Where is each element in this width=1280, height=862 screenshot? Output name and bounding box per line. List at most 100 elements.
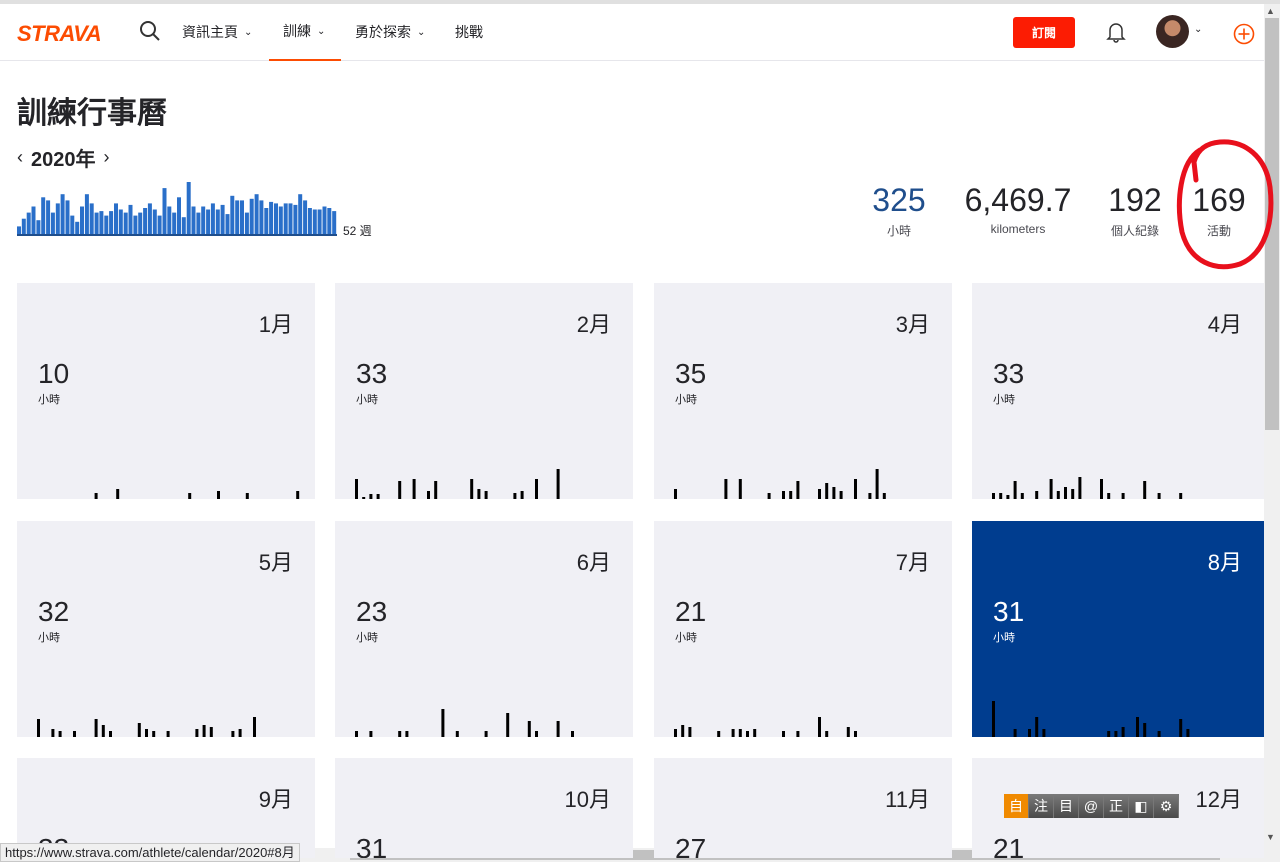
week-bar[interactable] — [89, 203, 94, 234]
avatar[interactable] — [1156, 15, 1189, 48]
day-bar[interactable] — [398, 481, 402, 499]
day-bar[interactable] — [152, 731, 156, 737]
day-bar[interactable] — [434, 481, 438, 499]
day-bar[interactable] — [188, 493, 192, 499]
search-icon[interactable] — [139, 20, 161, 42]
week-bar[interactable] — [220, 204, 225, 234]
week-bar[interactable] — [249, 198, 254, 234]
day-bar[interactable] — [1121, 493, 1125, 499]
week-bar[interactable] — [244, 212, 249, 234]
day-bar[interactable] — [231, 731, 235, 737]
day-bar[interactable] — [209, 727, 213, 737]
week-bar[interactable] — [293, 204, 298, 234]
day-bar[interactable] — [94, 493, 98, 499]
day-bar[interactable] — [882, 493, 886, 499]
ime-at-button[interactable]: @ — [1079, 794, 1104, 818]
day-bar[interactable] — [1114, 731, 1118, 737]
notification-bell-icon[interactable] — [1106, 21, 1126, 43]
week-bar[interactable] — [147, 203, 152, 234]
week-bar[interactable] — [152, 209, 157, 235]
day-bar[interactable] — [738, 479, 742, 499]
day-bar[interactable] — [527, 721, 531, 737]
day-bar[interactable] — [355, 479, 358, 499]
ime-half-button[interactable]: ◧ — [1129, 794, 1154, 818]
week-bar[interactable] — [172, 212, 177, 234]
week-bar[interactable] — [235, 200, 240, 234]
week-bar[interactable] — [317, 209, 322, 235]
day-bar[interactable] — [992, 701, 995, 737]
day-bar[interactable] — [116, 489, 120, 499]
week-bar[interactable] — [46, 200, 51, 234]
week-bar[interactable] — [225, 214, 230, 234]
day-bar[interactable] — [513, 493, 517, 499]
day-bar[interactable] — [738, 729, 742, 737]
week-bar[interactable] — [36, 220, 41, 234]
day-bar[interactable] — [506, 713, 510, 737]
week-bar[interactable] — [298, 194, 303, 234]
day-bar[interactable] — [202, 725, 206, 737]
week-bar[interactable] — [143, 208, 148, 234]
week-bar[interactable] — [240, 200, 244, 234]
day-bar[interactable] — [195, 729, 199, 737]
day-bar[interactable] — [535, 479, 538, 499]
week-bar[interactable] — [109, 211, 114, 234]
nav-item-training[interactable]: 訓練 ⌄ — [269, 4, 341, 61]
day-bar[interactable] — [1049, 479, 1053, 499]
week-bar[interactable] — [104, 215, 109, 234]
day-bar[interactable] — [1006, 495, 1010, 499]
day-bar[interactable] — [789, 491, 793, 499]
day-bar[interactable] — [398, 731, 402, 737]
day-bar[interactable] — [681, 725, 685, 737]
day-bar[interactable] — [369, 494, 373, 499]
day-bar[interactable] — [51, 729, 55, 737]
week-bar[interactable] — [84, 194, 89, 234]
week-bar[interactable] — [31, 206, 36, 235]
week-bar[interactable] — [210, 203, 215, 234]
day-bar[interactable] — [137, 723, 141, 737]
nav-item-explore[interactable]: 勇於探索 ⌄ — [355, 4, 425, 61]
week-bar[interactable] — [278, 206, 283, 235]
day-bar[interactable] — [37, 719, 40, 737]
day-bar[interactable] — [109, 731, 112, 737]
day-bar[interactable] — [484, 491, 488, 499]
week-bar[interactable] — [177, 197, 181, 234]
day-bar[interactable] — [1107, 731, 1111, 737]
week-bar[interactable] — [230, 195, 235, 234]
day-bar[interactable] — [825, 731, 829, 737]
day-bar[interactable] — [535, 731, 538, 737]
day-bar[interactable] — [818, 717, 821, 737]
day-bar[interactable] — [1186, 729, 1190, 737]
day-bar[interactable] — [1056, 491, 1060, 499]
day-bar[interactable] — [571, 731, 574, 737]
month-card[interactable]: 5月 32 小時 — [17, 521, 315, 737]
day-bar[interactable] — [796, 731, 800, 737]
day-bar[interactable] — [854, 731, 857, 737]
week-bar[interactable] — [259, 200, 264, 234]
day-bar[interactable] — [520, 491, 524, 499]
day-bar[interactable] — [1179, 493, 1183, 499]
week-bar[interactable] — [307, 208, 312, 234]
week-bar[interactable] — [114, 203, 118, 234]
day-bar[interactable] — [1013, 729, 1017, 737]
day-bar[interactable] — [1143, 481, 1147, 499]
month-card[interactable]: 11月27小時 — [654, 758, 952, 858]
month-card[interactable]: 10月31小時 — [335, 758, 633, 858]
day-bar[interactable] — [767, 493, 771, 499]
week-bar[interactable] — [201, 206, 206, 235]
week-bar[interactable] — [70, 215, 75, 234]
week-bar[interactable] — [254, 194, 259, 234]
day-bar[interactable] — [724, 479, 728, 499]
day-bar[interactable] — [868, 493, 872, 499]
day-bar[interactable] — [441, 709, 445, 737]
week-bar[interactable] — [332, 211, 337, 234]
day-bar[interactable] — [782, 491, 785, 499]
day-bar[interactable] — [1064, 487, 1067, 499]
week-bar[interactable] — [186, 182, 191, 234]
day-bar[interactable] — [688, 727, 692, 737]
weekly-volume-chart[interactable] — [17, 178, 337, 236]
week-bar[interactable] — [99, 211, 104, 234]
month-card[interactable]: 4月 33 小時 — [972, 283, 1264, 499]
day-bar[interactable] — [73, 731, 76, 737]
week-bar[interactable] — [41, 197, 46, 234]
week-bar[interactable] — [215, 209, 220, 235]
